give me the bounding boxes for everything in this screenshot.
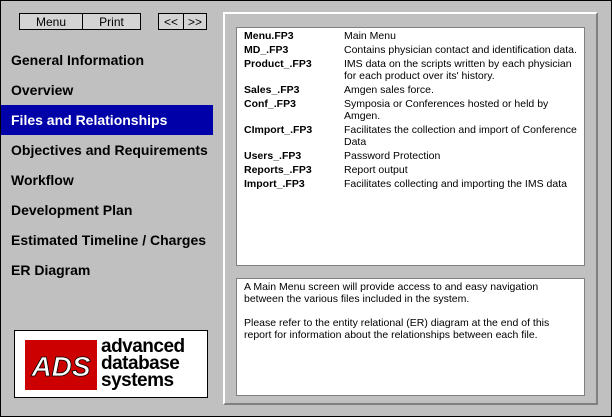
forward-button[interactable]: >> (183, 13, 207, 30)
nav-item-workflow[interactable]: Workflow (1, 165, 215, 195)
nav-item-objectives-and-requirements[interactable]: Objectives and Requirements (1, 135, 215, 165)
content-panel: Menu.FP3 Main Menu MD_.FP3 Contains phys… (223, 12, 598, 405)
description-text: A Main Menu screen will provide access t… (244, 281, 579, 353)
company-logo: ADS advanced database systems (14, 330, 208, 398)
table-row: CImport_.FP3 Facilitates the collection … (244, 124, 579, 150)
description-paragraph: A Main Menu screen will provide access t… (244, 281, 539, 305)
file-name: Import_.FP3 (244, 178, 305, 190)
file-description: Main Menu (344, 30, 396, 42)
ads-logo-icon: ADS (25, 340, 97, 390)
nav-item-estimated-timeline-charges[interactable]: Estimated Timeline / Charges (1, 225, 215, 255)
file-description: Facilitates the collection and import of… (344, 124, 577, 148)
file-name: Menu.FP3 (244, 30, 294, 42)
table-row: Product_.FP3 IMS data on the scripts wri… (244, 58, 579, 84)
file-name: Users_.FP3 (244, 150, 302, 162)
nav-item-er-diagram[interactable]: ER Diagram (1, 255, 215, 285)
print-button[interactable]: Print (82, 13, 141, 30)
file-description: Amgen sales force. (344, 84, 434, 96)
description-box: A Main Menu screen will provide access t… (236, 278, 585, 396)
table-row: Import_.FP3 Facilitates collecting and i… (244, 178, 579, 192)
file-description: Report output (344, 164, 408, 176)
table-row: Conf_.FP3 Symposia or Conferences hosted… (244, 98, 579, 124)
menu-button[interactable]: Menu (19, 13, 82, 30)
file-description: Password Protection (344, 150, 441, 162)
table-row: Users_.FP3 Password Protection (244, 150, 579, 164)
file-name: Sales_.FP3 (244, 84, 300, 96)
file-description: Contains physician contact and identific… (344, 44, 577, 56)
files-table: Menu.FP3 Main Menu MD_.FP3 Contains phys… (244, 30, 579, 192)
file-name: Conf_.FP3 (244, 98, 296, 110)
application-window: Menu Print << >> General Information Ove… (0, 0, 612, 417)
section-nav: General Information Overview Files and R… (1, 45, 215, 285)
nav-item-files-and-relationships[interactable]: Files and Relationships (1, 105, 213, 135)
logo-line-systems: systems (101, 370, 174, 391)
file-name: Product_.FP3 (244, 58, 312, 70)
table-row: Sales_.FP3 Amgen sales force. (244, 84, 579, 98)
nav-item-development-plan[interactable]: Development Plan (1, 195, 215, 225)
file-name: Reports_.FP3 (244, 164, 312, 176)
description-paragraph: Please refer to the entity relational (E… (244, 317, 550, 341)
nav-item-overview[interactable]: Overview (1, 75, 215, 105)
file-name: CImport_.FP3 (244, 124, 313, 136)
file-description: Symposia or Conferences hosted or held b… (344, 98, 549, 122)
table-row: MD_.FP3 Contains physician contact and i… (244, 44, 579, 58)
back-button[interactable]: << (158, 13, 183, 30)
file-name: MD_.FP3 (244, 44, 289, 56)
files-list-box: Menu.FP3 Main Menu MD_.FP3 Contains phys… (236, 27, 585, 266)
table-row: Reports_.FP3 Report output (244, 164, 579, 178)
file-description: Facilitates collecting and importing the… (344, 178, 567, 190)
nav-item-general-information[interactable]: General Information (1, 45, 215, 75)
file-description: IMS data on the scripts written by each … (344, 58, 572, 82)
table-row: Menu.FP3 Main Menu (244, 30, 579, 44)
logo-mark-text: ADS (30, 351, 90, 382)
